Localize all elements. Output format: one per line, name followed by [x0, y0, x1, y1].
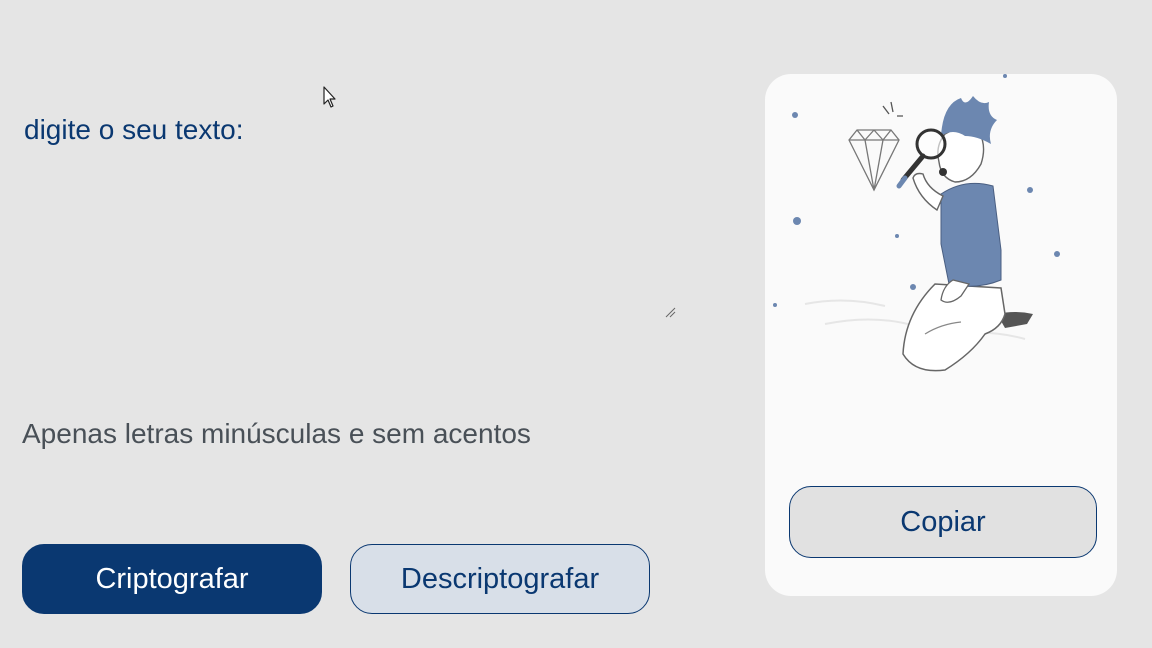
resize-grip-icon[interactable]: [1105, 584, 1115, 594]
person-with-magnifier-illustration: [773, 74, 1060, 372]
diamond-icon: [848, 129, 900, 192]
decrypt-button[interactable]: Descriptografar: [350, 544, 650, 614]
copy-button[interactable]: Copiar: [789, 486, 1097, 558]
input-hint: Apenas letras minúsculas e sem acentos: [22, 418, 531, 449]
encrypt-button[interactable]: Criptografar: [22, 544, 322, 614]
output-panel: Copiar: [765, 74, 1117, 596]
text-input[interactable]: [14, 100, 676, 320]
resize-grip-icon[interactable]: [664, 306, 676, 318]
